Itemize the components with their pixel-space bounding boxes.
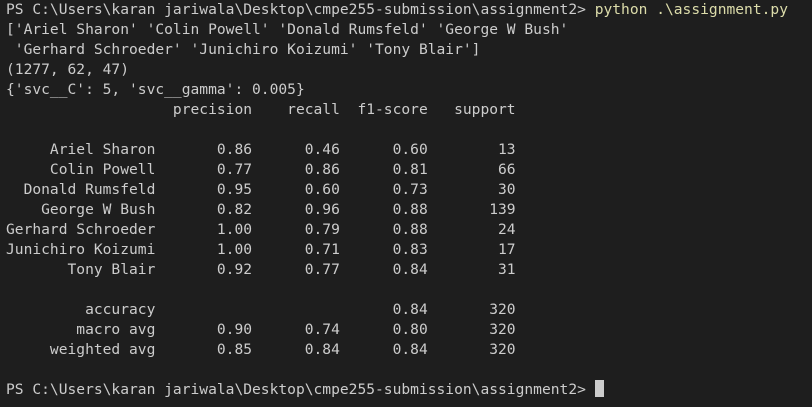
command-text: python .\assignment.py	[594, 1, 788, 18]
output-line: ['Ariel Sharon' 'Colin Powell' 'Donald R…	[6, 21, 569, 38]
report-summary-row: macro avg 0.90 0.74 0.80 320	[6, 321, 516, 338]
terminal-window[interactable]: PS C:\Users\karan jariwala\Desktop\cmpe2…	[0, 0, 812, 407]
text-cursor	[594, 380, 604, 397]
command-line: PS C:\Users\karan jariwala\Desktop\cmpe2…	[6, 0, 812, 20]
report-summary-row: weighted avg 0.85 0.84 0.84 320	[6, 341, 516, 358]
report-summary-row: accuracy 0.84 320	[6, 301, 516, 318]
report-row: Junichiro Koizumi 1.00 0.71 0.83 17	[6, 241, 516, 258]
prompt: PS C:\Users\karan jariwala\Desktop\cmpe2…	[6, 1, 595, 18]
report-row: George W Bush 0.82 0.96 0.88 139	[6, 201, 516, 218]
report-row: Ariel Sharon 0.86 0.46 0.60 13	[6, 141, 516, 158]
output-line: {'svc__C': 5, 'svc__gamma': 0.005}	[6, 81, 305, 98]
report-row: Donald Rumsfeld 0.95 0.60 0.73 30	[6, 181, 516, 198]
report-row: Colin Powell 0.77 0.86 0.81 66	[6, 161, 516, 178]
input-line[interactable]: PS C:\Users\karan jariwala\Desktop\cmpe2…	[6, 380, 812, 400]
prompt: PS C:\Users\karan jariwala\Desktop\cmpe2…	[6, 381, 595, 398]
report-row: Tony Blair 0.92 0.77 0.84 31	[6, 261, 516, 278]
output-line: 'Gerhard Schroeder' 'Junichiro Koizumi' …	[6, 41, 481, 58]
output-line: (1277, 62, 47)	[6, 61, 130, 78]
report-row: Gerhard Schroeder 1.00 0.79 0.88 24	[6, 221, 516, 238]
report-header: precision recall f1-score support	[6, 101, 516, 118]
